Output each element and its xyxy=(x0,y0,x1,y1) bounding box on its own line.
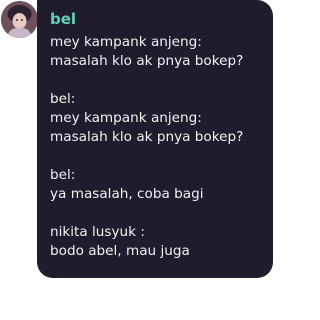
message-line: mey kampank anjeng: xyxy=(50,110,202,126)
message-line: mey kampank anjeng: xyxy=(50,34,202,50)
avatar-image xyxy=(1,1,38,38)
message-line: bel: xyxy=(50,167,76,183)
message-text: mey kampank anjeng: masalah klo ak pnya … xyxy=(50,33,263,261)
sender-avatar[interactable] xyxy=(1,1,38,38)
sender-name[interactable]: bel xyxy=(50,10,263,29)
message-line: ya masalah, coba bagi xyxy=(50,186,204,202)
message-line: nikita lusyuk : xyxy=(50,224,145,240)
message-line: bodo abel, mau juga xyxy=(50,243,190,259)
chat-message-bubble[interactable]: bel mey kampank anjeng: masalah klo ak p… xyxy=(37,0,273,278)
message-line: bel: xyxy=(50,91,76,107)
message-line: masalah klo ak pnya bokep? xyxy=(50,129,244,145)
message-line: masalah klo ak pnya bokep? xyxy=(50,53,244,69)
